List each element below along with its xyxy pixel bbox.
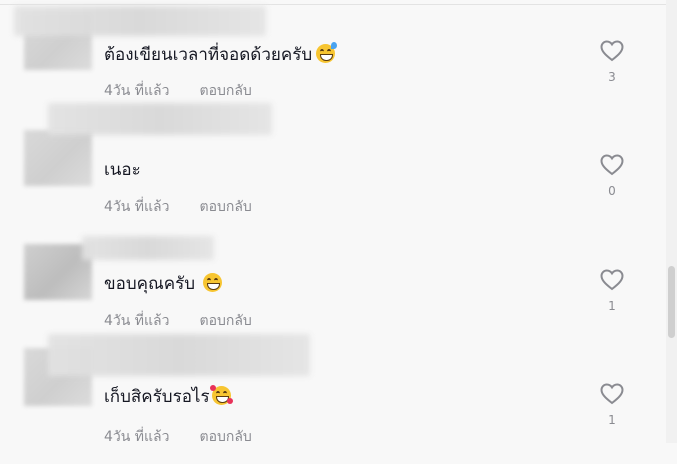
like-count: 1: [608, 413, 616, 427]
comment-text-content: ขอบคุณครับ: [104, 274, 196, 294]
comment-text: ขอบคุณครับ: [104, 273, 223, 295]
like-control: 1: [596, 269, 628, 313]
like-count: 0: [608, 184, 616, 198]
username-redacted: [48, 103, 272, 135]
comment-timestamp: 4วัน ที่แล้ว: [104, 83, 170, 99]
heart-icon[interactable]: [600, 269, 624, 291]
comment-item: เนอะ 4วัน ที่แล้ว ตอบกลับ 0: [0, 103, 666, 232]
heart-icon[interactable]: [600, 40, 624, 62]
comment-text-content: ต้องเขียนเวลาที่จอดด้วยครับ: [104, 45, 313, 65]
comment-timestamp: 4วัน ที่แล้ว: [104, 313, 170, 329]
like-control: 3: [596, 40, 628, 84]
scrollbar[interactable]: [666, 0, 677, 443]
comment-text: เนอะ: [104, 159, 141, 181]
like-count: 1: [608, 299, 616, 313]
username-redacted: [48, 334, 310, 376]
comment-meta: 4วัน ที่แล้ว ตอบกลับ: [104, 426, 252, 448]
like-count: 3: [608, 70, 616, 84]
smiling-with-hearts-emoji-icon: [209, 385, 233, 405]
username-redacted: [82, 236, 214, 260]
heart-icon[interactable]: [600, 154, 624, 176]
comment-meta: 4วัน ที่แล้ว ตอบกลับ: [104, 80, 252, 102]
reply-button[interactable]: ตอบกลับ: [199, 83, 251, 99]
grinning-sweat-emoji-icon: [316, 42, 338, 63]
comment-item: เก็บสิครับรอไร 4วัน ที่แล้ว ตอบกลับ 1: [0, 334, 666, 464]
comment-text-content: เก็บสิครับรอไร: [104, 387, 210, 407]
comment-item: ต้องเขียนเวลาที่จอดด้วยครับ 4วัน ที่แล้ว…: [0, 0, 666, 116]
comment-text: ต้องเขียนเวลาที่จอดด้วยครับ: [104, 42, 338, 66]
reply-button[interactable]: ตอบกลับ: [199, 199, 251, 215]
avatar[interactable]: [24, 130, 92, 186]
scrollbar-thumb[interactable]: [668, 266, 675, 338]
like-control: 1: [596, 383, 628, 427]
like-control: 0: [596, 154, 628, 198]
beaming-grin-emoji-icon: [203, 273, 223, 292]
comment-meta: 4วัน ที่แล้ว ตอบกลับ: [104, 310, 252, 332]
comment-text: เก็บสิครับรอไร: [104, 385, 233, 408]
comment-meta: 4วัน ที่แล้ว ตอบกลับ: [104, 196, 252, 218]
username-redacted: [14, 6, 266, 36]
comment-timestamp: 4วัน ที่แล้ว: [104, 199, 170, 215]
comment-item: ขอบคุณครับ 4วัน ที่แล้ว ตอบกลับ 1: [0, 232, 666, 348]
reply-button[interactable]: ตอบกลับ: [199, 313, 251, 329]
comment-text-content: เนอะ: [104, 160, 141, 180]
heart-icon[interactable]: [600, 383, 624, 405]
